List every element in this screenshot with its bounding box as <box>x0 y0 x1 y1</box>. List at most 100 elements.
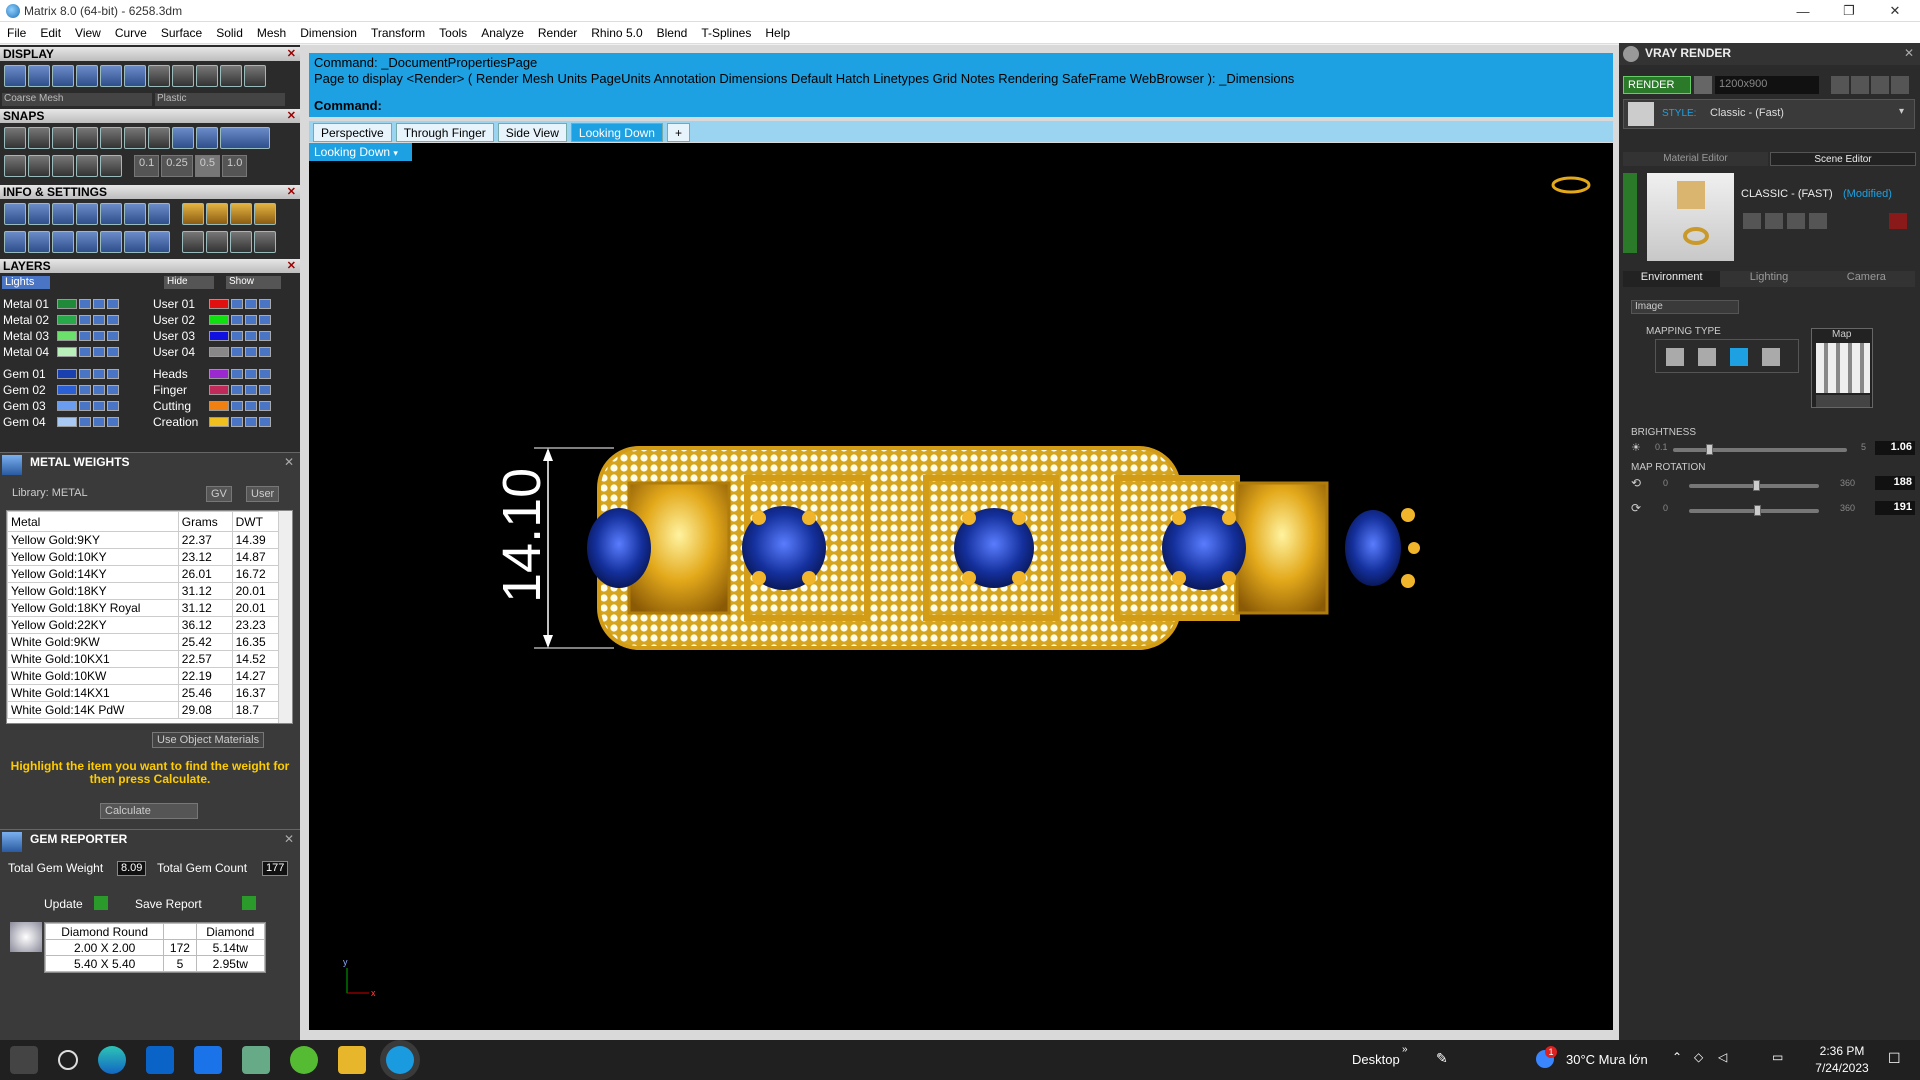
close-icon[interactable]: ✕ <box>287 109 296 123</box>
network-icon[interactable]: ◇ <box>1694 1050 1703 1064</box>
layer-color-swatch[interactable] <box>209 417 229 427</box>
layer-visibility-toggle[interactable] <box>231 417 243 427</box>
tab-lighting[interactable]: Lighting <box>1720 271 1817 287</box>
layer-row[interactable]: Gem 04 <box>3 415 119 429</box>
edge-icon[interactable] <box>98 1046 126 1074</box>
rotation2-value[interactable]: 191 <box>1875 501 1915 515</box>
layer-color-swatch[interactable] <box>209 385 229 395</box>
layer-color-swatch[interactable] <box>209 401 229 411</box>
layer-row[interactable]: Heads <box>153 367 271 381</box>
int-snap-icon[interactable] <box>124 127 146 149</box>
close-icon[interactable]: ✕ <box>284 455 294 469</box>
collapse-left-icon[interactable] <box>1623 173 1637 253</box>
technical-icon[interactable] <box>124 65 146 87</box>
store-icon[interactable] <box>146 1046 174 1074</box>
layer-visibility-toggle[interactable] <box>79 385 91 395</box>
tab-scene-editor[interactable]: Scene Editor <box>1770 152 1916 166</box>
mid-snap-icon[interactable] <box>76 127 98 149</box>
frame-buffer-icon[interactable] <box>1851 76 1869 94</box>
layer-visibility-toggle[interactable] <box>79 299 91 309</box>
mail-icon[interactable] <box>194 1046 222 1074</box>
table-row[interactable]: 2.00 X 2.00 172 5.14tw <box>44 939 266 956</box>
viewport-name-dropdown[interactable]: Looking Down ▾ <box>309 143 412 161</box>
menu-tsplines[interactable]: T-Splines <box>694 26 758 40</box>
windows-start-icon[interactable] <box>10 1046 38 1074</box>
spherical-map-icon[interactable] <box>1730 348 1748 366</box>
options-icon[interactable] <box>1891 76 1909 94</box>
measure-icon[interactable] <box>230 203 252 225</box>
grid-icon[interactable] <box>4 231 26 253</box>
maximize-button[interactable]: ❐ <box>1826 0 1872 22</box>
layer-visibility-toggle[interactable] <box>79 331 91 341</box>
table-row[interactable]: White Gold:14KX1 25.46 16.37 <box>7 684 280 702</box>
layer-lock-toggle[interactable] <box>93 315 105 325</box>
menu-edit[interactable]: Edit <box>33 26 68 40</box>
layer-color-swatch[interactable] <box>209 331 229 341</box>
layer-color-swatch[interactable] <box>57 347 77 357</box>
layer-visibility-toggle[interactable] <box>79 401 91 411</box>
layer-visibility-toggle[interactable] <box>231 385 243 395</box>
layer-color-swatch[interactable] <box>57 417 77 427</box>
menu-render[interactable]: Render <box>531 26 584 40</box>
layer-lock-toggle[interactable] <box>93 385 105 395</box>
layer-row[interactable]: Gem 03 <box>3 399 119 413</box>
metal-weights-scrollbar[interactable] <box>278 511 292 723</box>
use-object-materials-checkbox[interactable]: Use Object Materials <box>152 732 265 748</box>
calculate-button[interactable]: Calculate <box>100 803 198 819</box>
layer-color-swatch[interactable] <box>57 401 77 411</box>
layer-select-toggle[interactable] <box>107 369 119 379</box>
clock-time[interactable]: 2:36 PM <box>1814 1044 1870 1058</box>
table-row[interactable]: Yellow Gold:14KY 26.01 16.72 <box>7 565 280 583</box>
layer-row[interactable]: User 03 <box>153 329 271 343</box>
document-icon[interactable] <box>100 203 122 225</box>
layer-color-swatch[interactable] <box>57 385 77 395</box>
menu-transform[interactable]: Transform <box>364 26 432 40</box>
layer-select-toggle[interactable] <box>107 401 119 411</box>
desktop-toolbar[interactable]: Desktop <box>1352 1052 1400 1067</box>
rewind-icon[interactable] <box>1831 76 1849 94</box>
table-row[interactable]: 5.40 X 5.40 5 2.95tw <box>44 955 266 972</box>
tab-material-editor[interactable]: Material Editor <box>1623 152 1768 166</box>
render-icon[interactable] <box>148 231 170 253</box>
planar-icon[interactable] <box>28 155 50 177</box>
layer-select-toggle[interactable] <box>259 299 271 309</box>
map-actions[interactable] <box>1816 395 1870 407</box>
tab-looking-down[interactable]: Looking Down <box>570 123 663 142</box>
show-button[interactable]: Show <box>226 276 281 289</box>
wireframe-icon[interactable] <box>4 65 26 87</box>
layer-visibility-toggle[interactable] <box>231 299 243 309</box>
table-row[interactable]: Yellow Gold:18KY Royal 31.12 20.01 <box>7 599 280 617</box>
brightness-value[interactable]: 1.06 <box>1875 441 1915 455</box>
menu-dimension[interactable]: Dimension <box>293 26 364 40</box>
menu-help[interactable]: Help <box>758 26 797 40</box>
close-icon[interactable]: ✕ <box>287 47 296 61</box>
layer-row[interactable]: Cutting <box>153 399 271 413</box>
tan-snap-icon[interactable] <box>172 127 194 149</box>
layer-select-toggle[interactable] <box>259 347 271 357</box>
layer-color-swatch[interactable] <box>57 315 77 325</box>
grid-snap-icon[interactable] <box>4 155 26 177</box>
material-select[interactable]: Plastic <box>155 93 285 106</box>
menu-tools[interactable]: Tools <box>432 26 474 40</box>
layer-visibility-toggle[interactable] <box>79 417 91 427</box>
weight-icon[interactable] <box>254 203 276 225</box>
layer-lock-toggle[interactable] <box>245 299 257 309</box>
brightness-knob[interactable] <box>1705 444 1713 455</box>
filter-icon[interactable] <box>100 231 122 253</box>
screen-map-icon[interactable] <box>1762 348 1780 366</box>
rotation1-slider[interactable] <box>1689 480 1819 491</box>
perp-snap-icon[interactable] <box>148 127 170 149</box>
layer-select-toggle[interactable] <box>107 299 119 309</box>
layer-row[interactable]: Metal 02 <box>3 313 119 327</box>
layer-row[interactable]: User 04 <box>153 345 271 359</box>
layer-select-toggle[interactable] <box>259 417 271 427</box>
layer-row[interactable]: Metal 01 <box>3 297 119 311</box>
layer-select-toggle[interactable] <box>107 417 119 427</box>
notes-icon[interactable] <box>76 203 98 225</box>
layer-select-toggle[interactable] <box>259 385 271 395</box>
layer-row[interactable]: Creation <box>153 415 271 429</box>
material-sphere-icon[interactable] <box>148 65 170 87</box>
search-icon[interactable] <box>28 203 50 225</box>
snap-value-1[interactable]: 0.25 <box>161 155 193 177</box>
close-icon[interactable]: ✕ <box>287 185 296 199</box>
